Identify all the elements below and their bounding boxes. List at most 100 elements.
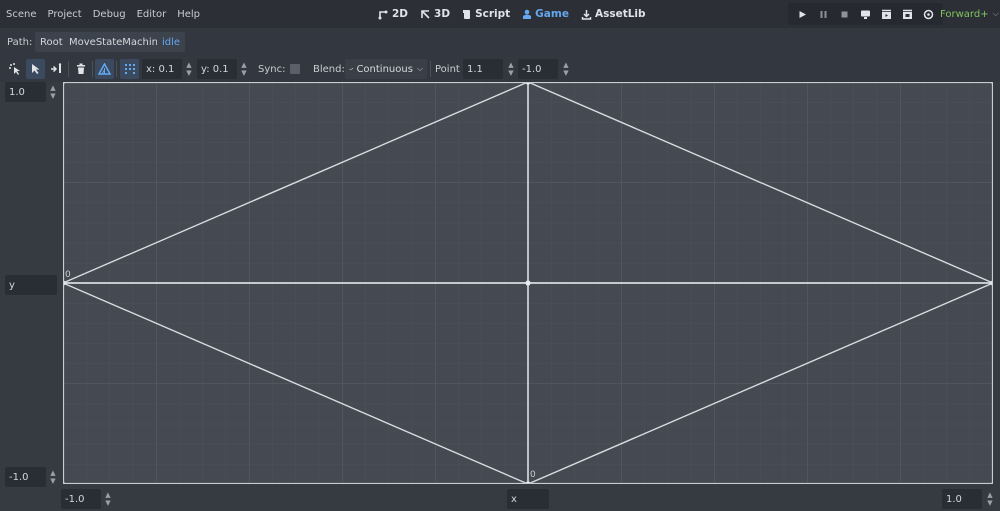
select-points-button[interactable] xyxy=(5,59,24,79)
snap-grid-icon xyxy=(124,64,135,74)
x-zero-label: 0 xyxy=(530,470,536,480)
snap-grid-button[interactable] xyxy=(120,59,139,79)
create-triangles-button[interactable] xyxy=(47,59,66,79)
create-points-button[interactable] xyxy=(26,59,45,79)
point-label: Point xyxy=(435,63,460,75)
max-y-input[interactable]: 1.0 xyxy=(5,82,46,102)
down-arrow-icon: ▼ xyxy=(50,92,56,100)
point-y-input[interactable]: -1.0 xyxy=(518,59,558,79)
workspace-script-button[interactable]: Script xyxy=(462,8,510,20)
workspace-3d-button[interactable]: 3D xyxy=(420,8,450,20)
menu-scene[interactable]: Scene xyxy=(6,9,37,20)
point-x-stepper[interactable]: ▲ ▼ xyxy=(506,59,516,79)
workspace-3d-label: 3D xyxy=(434,8,451,20)
workspace-game-label: Game xyxy=(535,8,569,20)
up-arrow-icon: ▲ xyxy=(241,61,247,69)
workspace-assetlib-button[interactable]: AssetLib xyxy=(581,8,646,20)
min-x-input[interactable]: -1.0 xyxy=(61,489,101,509)
blend-triangle-button[interactable] xyxy=(95,59,114,79)
up-arrow-icon: ▲ xyxy=(508,61,514,69)
up-arrow-icon: ▲ xyxy=(563,61,569,69)
up-arrow-icon: ▲ xyxy=(50,469,56,477)
path-label: Path: xyxy=(7,36,33,48)
max-x-input[interactable]: 1.0 xyxy=(942,489,982,509)
menu-project[interactable]: Project xyxy=(48,9,82,20)
sync-label: Sync: xyxy=(258,63,286,75)
blend-triangle-icon xyxy=(98,63,111,75)
erase-icon xyxy=(76,63,85,74)
blend-label: Blend: xyxy=(313,63,345,75)
min-y-input[interactable]: -1.0 xyxy=(5,467,46,487)
toolbar-divider xyxy=(68,61,69,77)
renderer-label: Forward+ xyxy=(940,8,989,20)
blend-space-canvas[interactable]: 0 0 xyxy=(63,82,993,484)
movie-maker-button[interactable] xyxy=(918,4,939,24)
down-arrow-icon: ▼ xyxy=(105,499,111,507)
down-arrow-icon: ▼ xyxy=(987,499,993,507)
blend-mode-select[interactable]: Continuous ⌵ xyxy=(345,59,427,79)
game-icon xyxy=(523,9,532,19)
play-icon xyxy=(799,10,806,18)
up-arrow-icon: ▲ xyxy=(987,491,993,499)
up-arrow-icon: ▲ xyxy=(50,84,56,92)
snap-y-stepper[interactable]: ▲ ▼ xyxy=(239,59,249,79)
3d-icon xyxy=(421,9,430,19)
play-button[interactable] xyxy=(792,4,813,24)
play-scene-button[interactable] xyxy=(876,4,897,24)
create-triangles-icon xyxy=(50,63,61,73)
menu-editor[interactable]: Editor xyxy=(137,9,167,20)
blend-point[interactable] xyxy=(525,280,531,286)
blend-mode-value: Continuous xyxy=(356,63,413,75)
point-y-stepper[interactable]: ▲ ▼ xyxy=(561,59,571,79)
pause-button[interactable] xyxy=(813,4,834,24)
toolbar-divider xyxy=(430,61,431,77)
sync-checkbox[interactable] xyxy=(290,64,300,74)
stop-icon xyxy=(841,11,848,17)
blend-space-toolbar: x: 0.1 ▲ ▼ y: 0.1 ▲ ▼ Sync: Blend: Continu… xyxy=(0,56,1000,82)
erase-button[interactable] xyxy=(71,59,90,79)
path-bar: Path: Root MoveStateMachine idle xyxy=(0,28,1000,56)
workspace-game-button[interactable]: Game xyxy=(522,8,569,20)
workspace-2d-label: 2D xyxy=(392,8,409,20)
workspace-script-label: Script xyxy=(475,8,511,20)
remote-debug-button[interactable] xyxy=(855,4,876,24)
menu-help[interactable]: Help xyxy=(177,9,200,20)
toolbar-divider xyxy=(92,61,93,77)
remote-debug-icon xyxy=(861,10,870,19)
movie-maker-icon xyxy=(923,9,934,19)
chevron-down-icon: ⌵ xyxy=(416,64,423,73)
snap-y-input[interactable]: y: 0.1 xyxy=(197,59,237,79)
play-scene-icon xyxy=(882,9,891,19)
renderer-selector[interactable]: Forward+ ⌵ xyxy=(940,0,999,28)
down-arrow-icon: ▼ xyxy=(50,477,56,485)
point-x-input[interactable]: 1.1 xyxy=(463,59,503,79)
y-zero-label: 0 xyxy=(65,270,71,280)
breadcrumb-root[interactable]: Root xyxy=(35,32,68,52)
workspace-switcher: 2D 3D Script Game AssetLib xyxy=(378,0,658,28)
down-arrow-icon: ▼ xyxy=(508,69,514,77)
breadcrumb-idle[interactable]: idle xyxy=(157,32,186,52)
snap-x-input[interactable]: x: 0.1 xyxy=(142,59,182,79)
run-controls xyxy=(788,3,943,25)
menu-debug[interactable]: Debug xyxy=(93,9,126,20)
stop-button[interactable] xyxy=(834,4,855,24)
breadcrumb-movestatemachine[interactable]: MoveStateMachine xyxy=(64,32,170,52)
min-y-stepper[interactable]: ▲ ▼ xyxy=(48,467,58,487)
play-custom-scene-button[interactable] xyxy=(897,4,918,24)
workspace-assetlib-label: AssetLib xyxy=(594,8,646,20)
down-arrow-icon: ▼ xyxy=(241,69,247,77)
max-y-stepper[interactable]: ▲ ▼ xyxy=(48,82,58,102)
y-axis-name-input[interactable]: y xyxy=(5,275,57,295)
snap-x-stepper[interactable]: ▲ ▼ xyxy=(184,59,194,79)
script-icon xyxy=(463,9,471,19)
assetlib-icon xyxy=(581,9,592,20)
workspace-2d-button[interactable]: 2D xyxy=(378,8,408,20)
continuous-blend-icon xyxy=(349,68,354,70)
min-x-stepper[interactable]: ▲ ▼ xyxy=(103,489,113,509)
up-arrow-icon: ▲ xyxy=(105,491,111,499)
main-menu: Scene Project Debug Editor Help xyxy=(6,0,211,28)
chevron-down-icon: ⌵ xyxy=(992,9,999,18)
x-axis-name-input[interactable]: x xyxy=(507,489,549,509)
max-x-stepper[interactable]: ▲ ▼ xyxy=(985,489,995,509)
play-custom-scene-icon xyxy=(903,9,912,19)
